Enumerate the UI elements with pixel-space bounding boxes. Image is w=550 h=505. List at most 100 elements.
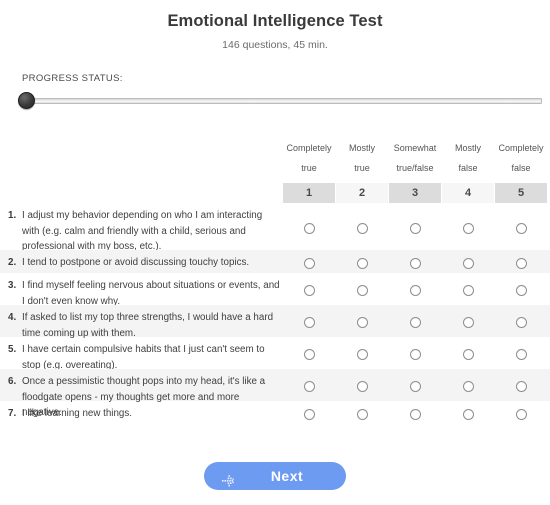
answer-option-cell[interactable] — [442, 283, 494, 301]
radio-button[interactable] — [303, 222, 315, 234]
answer-option-cell[interactable] — [336, 221, 388, 239]
radio-button[interactable] — [356, 317, 368, 328]
radio-button[interactable] — [462, 349, 474, 360]
answer-option-cell[interactable] — [389, 315, 441, 333]
progress-slider-handle[interactable] — [18, 92, 35, 109]
answer-option-cell[interactable] — [389, 407, 441, 425]
question-text-cell: 7. I like learning new things. — [8, 401, 286, 422]
answer-option-cell[interactable] — [336, 256, 388, 274]
question-label: I like learning new things. — [22, 408, 133, 419]
scale-column-number: 5 — [495, 183, 547, 203]
radio-button[interactable] — [462, 285, 474, 296]
radio-button[interactable] — [515, 317, 527, 328]
answer-option-cell[interactable] — [442, 379, 494, 397]
scale-header-line1: Completely — [286, 143, 332, 153]
radio-button[interactable] — [515, 349, 527, 360]
radio-button[interactable] — [356, 381, 368, 392]
answer-option-cell[interactable] — [495, 283, 547, 301]
radio-button[interactable] — [462, 317, 474, 328]
answer-option-cell[interactable] — [389, 283, 441, 301]
answer-option-cell[interactable] — [283, 221, 335, 239]
radio-button[interactable] — [409, 408, 421, 420]
radio-button[interactable] — [356, 408, 368, 420]
radio-button[interactable] — [515, 285, 527, 296]
answer-option-cell[interactable] — [389, 347, 441, 365]
answer-option-cell[interactable] — [495, 256, 547, 274]
radio-button[interactable] — [303, 317, 315, 328]
answer-option-cell[interactable] — [495, 379, 547, 397]
question-text-cell: 3. I find myself feeling nervous about si… — [8, 273, 286, 309]
next-button[interactable]: Next — [204, 462, 346, 490]
answer-option-cell[interactable] — [495, 315, 547, 333]
answer-option-cell[interactable] — [336, 379, 388, 397]
radio-button[interactable] — [356, 349, 368, 360]
answer-option-cell[interactable] — [442, 315, 494, 333]
question-list: 1. I adjust my behavior depending on who … — [0, 203, 550, 424]
answer-option-cell[interactable] — [495, 347, 547, 365]
radio-button[interactable] — [462, 222, 474, 234]
radio-button[interactable] — [409, 222, 421, 234]
answer-option-cell[interactable] — [336, 315, 388, 333]
radio-button[interactable] — [409, 381, 421, 392]
answer-option-cell[interactable] — [336, 407, 388, 425]
answer-option-cell[interactable] — [283, 407, 335, 425]
scale-header-row: Completely true Mostly true Somewhat true/fal… — [0, 138, 550, 183]
answer-option-cell[interactable] — [442, 347, 494, 365]
answer-option-cell[interactable] — [389, 379, 441, 397]
radio-button[interactable] — [356, 285, 368, 296]
answer-option-cell[interactable] — [495, 407, 547, 425]
question-number: 1. — [8, 210, 17, 221]
progress-status-block: PROGRESS STATUS: — [0, 73, 550, 111]
radio-button[interactable] — [303, 381, 315, 392]
answer-option-cell[interactable] — [442, 221, 494, 239]
answer-option-cell[interactable] — [336, 347, 388, 365]
answer-option-cell[interactable] — [442, 256, 494, 274]
radio-button[interactable] — [303, 257, 315, 269]
answer-option-cell[interactable] — [442, 407, 494, 425]
scale-column-header: Mostly false — [442, 138, 494, 178]
question-row: 4. If asked to list my top three strength… — [0, 305, 550, 339]
scale-column-header: Completely false — [495, 138, 547, 178]
answer-option-cell[interactable] — [336, 283, 388, 301]
scale-header-line2: false — [458, 163, 478, 173]
radio-button[interactable] — [409, 257, 421, 269]
radio-button[interactable] — [462, 381, 474, 392]
radio-button[interactable] — [462, 408, 474, 420]
radio-button[interactable] — [515, 408, 527, 420]
answer-option-cell[interactable] — [495, 221, 547, 239]
answer-option-cell[interactable] — [283, 315, 335, 333]
question-row: 1. I adjust my behavior depending on who … — [0, 203, 550, 252]
answer-option-cell[interactable] — [283, 256, 335, 274]
radio-button[interactable] — [515, 381, 527, 392]
question-label: I adjust my behavior depending on who I … — [22, 210, 263, 252]
radio-button[interactable] — [409, 285, 421, 296]
question-number: 3. — [8, 280, 17, 291]
radio-button[interactable] — [303, 349, 315, 360]
radio-button[interactable] — [515, 222, 527, 234]
scale-column-number: 2 — [336, 183, 388, 203]
question-row: 3. I find myself feeling nervous about si… — [0, 273, 550, 307]
question-text-cell: 2. I tend to postpone or avoid discussing… — [8, 250, 286, 271]
answer-option-cell[interactable] — [283, 379, 335, 397]
dotted-arrow-right-icon — [222, 469, 237, 487]
radio-button[interactable] — [356, 257, 368, 269]
radio-button[interactable] — [462, 257, 474, 269]
progress-slider[interactable] — [13, 91, 545, 111]
question-text-cell: 5. I have certain compulsive habits that … — [8, 337, 286, 373]
answer-option-cell[interactable] — [389, 221, 441, 239]
scale-number-row: 12345 — [0, 183, 550, 203]
question-row: 5. I have certain compulsive habits that … — [0, 337, 550, 371]
question-number: 7. — [8, 408, 17, 419]
radio-button[interactable] — [409, 349, 421, 360]
radio-button[interactable] — [409, 317, 421, 328]
radio-button[interactable] — [303, 408, 315, 420]
radio-button[interactable] — [356, 222, 368, 234]
answer-option-cell[interactable] — [389, 256, 441, 274]
page-subtitle: 146 questions, 45 min. — [222, 39, 328, 51]
radio-button[interactable] — [515, 257, 527, 269]
scale-column-header: Completely true — [283, 138, 335, 178]
answer-option-cell[interactable] — [283, 283, 335, 301]
answer-option-cell[interactable] — [283, 347, 335, 365]
radio-button[interactable] — [303, 285, 315, 296]
progress-slider-track[interactable] — [22, 98, 542, 104]
